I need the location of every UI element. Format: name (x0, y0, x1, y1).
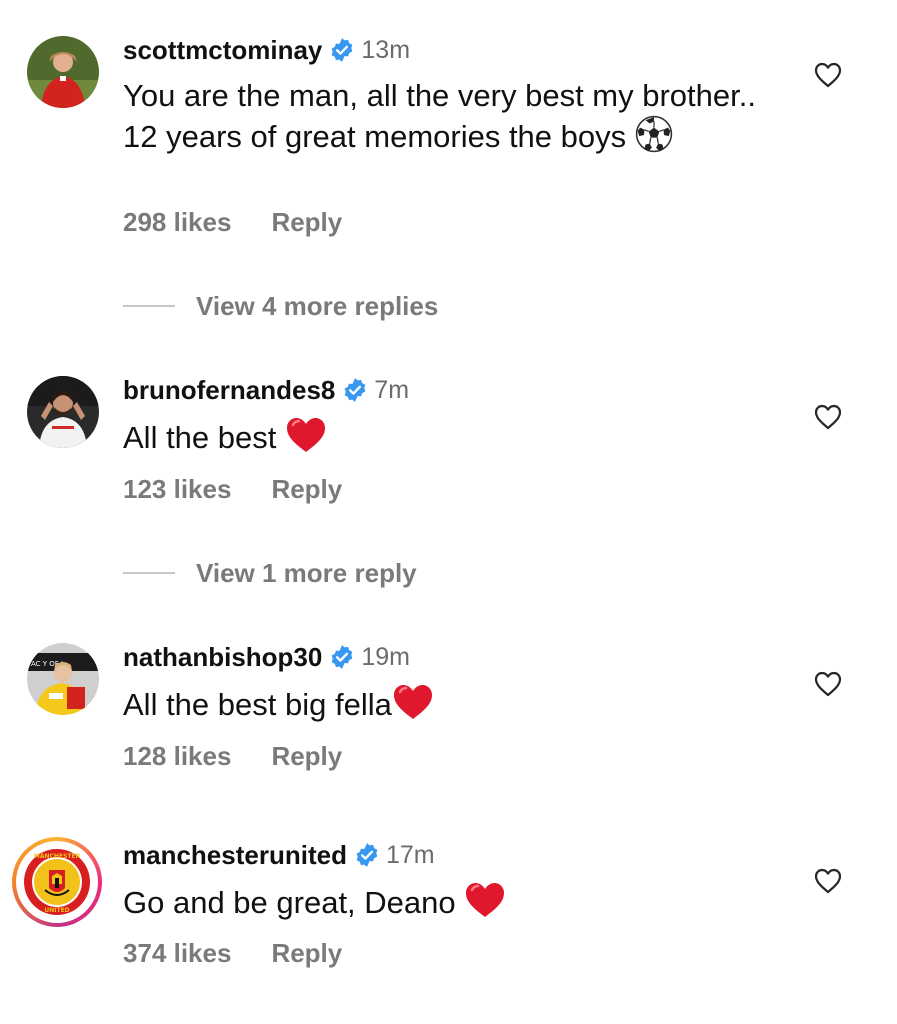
comment-header: manchesterunited 17m (123, 838, 435, 872)
comment-text: All the best big fella (123, 687, 392, 722)
reply-button[interactable]: Reply (271, 938, 342, 969)
like-heart-icon[interactable] (814, 62, 842, 88)
view-more-replies-button[interactable]: View 4 more replies (123, 289, 438, 323)
club-crest-icon: MANCHESTER UNITED (21, 846, 93, 918)
like-heart-icon[interactable] (814, 671, 842, 697)
likes-count[interactable]: 123 likes (123, 474, 231, 505)
verified-badge-icon (342, 377, 368, 403)
divider-line (123, 572, 175, 574)
comment-item: scottmctominay 13m You are the man, all … (0, 0, 897, 270)
likes-count[interactable]: 298 likes (123, 207, 231, 238)
verified-badge-icon (354, 842, 380, 868)
like-heart-icon[interactable] (814, 404, 842, 430)
verified-badge-icon (329, 644, 355, 670)
username[interactable]: brunofernandes8 (123, 375, 335, 406)
comment-item: MANCHESTER UNITED manchesterunited 17m G… (0, 835, 897, 985)
avatar[interactable] (27, 36, 99, 108)
avatar[interactable] (27, 376, 99, 448)
likes-count[interactable]: 128 likes (123, 741, 231, 772)
comment-text: All the best (123, 420, 277, 455)
comment-meta: 123 likes Reply (123, 473, 342, 505)
comment-meta: 374 likes Reply (123, 937, 342, 969)
red-heart-icon (285, 416, 327, 463)
timestamp: 13m (361, 35, 411, 64)
reply-button[interactable]: Reply (271, 741, 342, 772)
view-more-replies-button[interactable]: View 1 more reply (123, 556, 417, 590)
view-more-replies-label: View 4 more replies (196, 290, 439, 321)
avatar[interactable]: AC Y OF L (27, 643, 99, 715)
comment-text: Go and be great, Deano (123, 885, 456, 920)
comment-header: nathanbishop30 19m (123, 640, 410, 674)
red-heart-icon (392, 683, 434, 730)
red-heart-icon (464, 881, 506, 928)
comment-header: scottmctominay 13m (123, 33, 410, 67)
username[interactable]: manchesterunited (123, 840, 347, 871)
story-ring-avatar[interactable]: MANCHESTER UNITED (12, 837, 102, 927)
comment-item: brunofernandes8 7m All the best 123 like… (0, 370, 897, 520)
comment-item: AC Y OF L nathanbishop30 19m All the bes… (0, 637, 897, 787)
comment-meta: 298 likes Reply (123, 206, 342, 238)
likes-count[interactable]: 374 likes (123, 938, 231, 969)
svg-text:MANCHESTER: MANCHESTER (34, 853, 81, 860)
timestamp: 19m (361, 642, 410, 671)
username[interactable]: scottmctominay (123, 35, 322, 66)
timestamp: 7m (374, 375, 410, 404)
timestamp: 17m (385, 840, 435, 869)
reply-button[interactable]: Reply (271, 474, 342, 505)
comment-text-block: All the best (123, 416, 763, 463)
view-more-replies-label: View 1 more reply (196, 557, 417, 588)
comment-header: brunofernandes8 7m (123, 373, 409, 407)
like-heart-icon[interactable] (814, 868, 842, 894)
divider-line (123, 305, 175, 307)
comment-text-block: All the best big fella (123, 683, 763, 730)
comment-text-block: You are the man, all the very best my br… (123, 77, 763, 162)
comment-text-block: Go and be great, Deano (123, 881, 763, 928)
comment-meta: 128 likes Reply (123, 740, 342, 772)
verified-badge-icon (329, 37, 355, 63)
svg-text:UNITED: UNITED (44, 907, 69, 914)
soccer-ball-icon (635, 115, 673, 162)
username[interactable]: nathanbishop30 (123, 642, 322, 673)
reply-button[interactable]: Reply (271, 207, 342, 238)
